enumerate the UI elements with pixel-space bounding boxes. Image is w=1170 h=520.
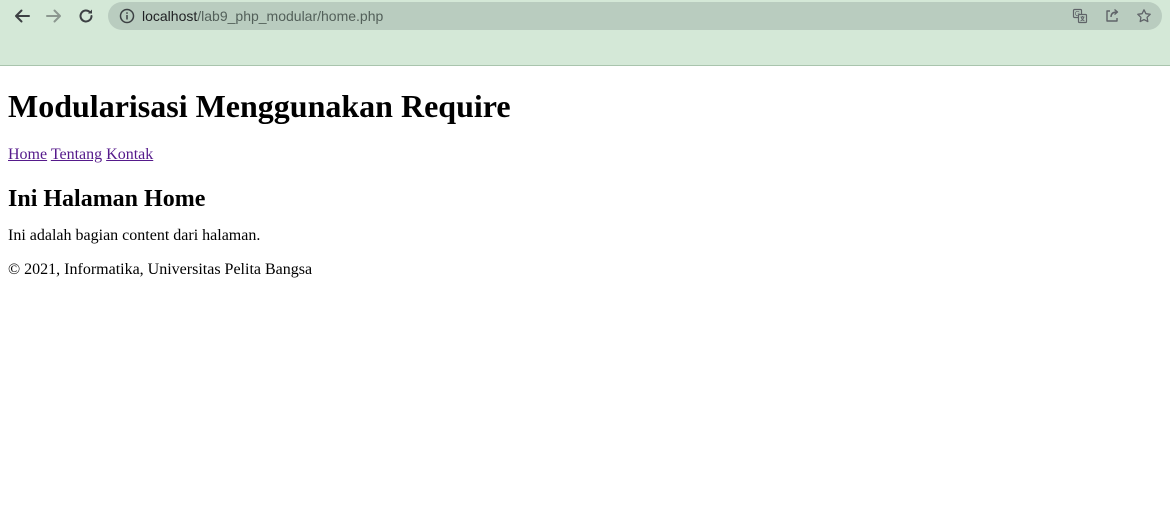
nav-link-tentang[interactable]: Tentang [51, 146, 102, 163]
reload-icon [79, 9, 93, 23]
forward-button[interactable] [42, 4, 66, 28]
section-heading: Ini Halaman Home [8, 186, 206, 212]
back-button[interactable] [10, 4, 34, 28]
nav-links: Home Tentang Kontak [8, 146, 1162, 164]
info-circle-icon[interactable] [119, 8, 135, 24]
url-path: /lab9_php_modular/home.php [197, 8, 384, 24]
reload-button[interactable] [74, 4, 98, 28]
browser-toolbar: localhost/lab9_php_modular/home.php G [0, 0, 1170, 66]
nav-link-kontak[interactable]: Kontak [106, 146, 153, 163]
arrow-left-icon [15, 9, 30, 23]
translate-icon[interactable]: G [1072, 8, 1088, 24]
address-bar[interactable]: localhost/lab9_php_modular/home.php G [108, 2, 1162, 30]
star-icon[interactable] [1136, 8, 1152, 24]
share-icon[interactable] [1104, 8, 1120, 24]
url-host: localhost [142, 8, 198, 24]
arrow-right-icon [46, 9, 61, 23]
page-title: Modularisasi Menggunakan Require [8, 88, 511, 124]
page-content: Modularisasi Menggunakan Require Home Te… [0, 66, 1170, 279]
url-text[interactable]: localhost/lab9_php_modular/home.php [142, 8, 383, 24]
content-paragraph: Ini adalah bagian content dari halaman. [8, 227, 261, 244]
footer-text: © 2021, Informatika, Universitas Pelita … [8, 261, 313, 278]
nav-link-home[interactable]: Home [8, 146, 47, 163]
